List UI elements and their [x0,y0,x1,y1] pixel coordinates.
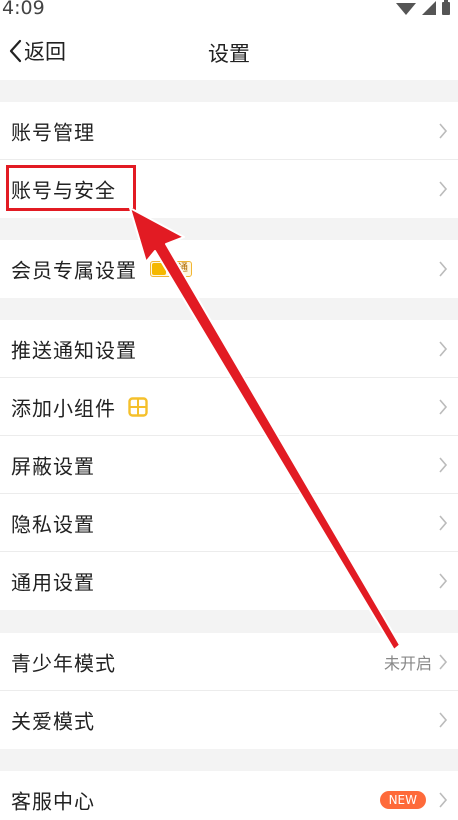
settings-group-modes: 青少年模式 未开启 关爱模式 [0,633,458,749]
settings-row-account-management[interactable]: 账号管理 [0,102,458,160]
row-label: 通用设置 [11,570,95,595]
page-title: 设置 [208,42,250,66]
row-label: 账号与安全 [11,178,116,203]
chevron-right-icon [439,653,448,670]
vip-badge-text: 开通 [168,263,188,274]
chevron-right-icon [439,261,448,277]
settings-row-teen-mode[interactable]: 青少年模式 未开启 [0,633,458,691]
settings-group-account: 账号管理 账号与安全 [0,102,458,218]
row-label: 推送通知设置 [11,338,137,362]
row-label: 屏蔽设置 [11,454,95,478]
row-label: 会员专属设置 [11,258,137,283]
settings-row-general-settings[interactable]: 通用设置 [0,552,458,610]
chevron-right-icon [439,573,448,589]
chevron-right-icon [439,712,448,728]
teen-mode-status: 未开启 [383,653,432,673]
chevron-right-icon [439,398,448,415]
row-label: 隐私设置 [11,512,95,536]
settings-row-customer-service[interactable]: 客服中心 NEW [0,771,458,820]
status-time: 4:09 [2,0,45,19]
row-label: 关爱模式 [11,709,95,734]
settings-row-privacy-settings[interactable]: 隐私设置 [0,494,458,552]
chevron-right-icon [439,122,448,139]
chevron-right-icon [439,181,448,197]
settings-group-vip: 会员专属设置 开通 [0,240,458,298]
settings-row-push-notifications[interactable]: 推送通知设置 [0,320,458,378]
status-icons [396,0,450,15]
settings-row-care-mode[interactable]: 关爱模式 [0,691,458,749]
row-label: 客服中心 [11,789,95,814]
chevron-right-icon [439,456,448,473]
vip-crown-icon [152,263,166,275]
nav-bar: 返回 设置 [0,22,458,80]
chevron-right-icon [439,514,448,531]
status-bar: 4:09 [0,0,458,22]
row-label: 添加小组件 [11,396,116,420]
settings-row-vip-settings[interactable]: 会员专属设置 开通 [0,240,458,298]
settings-group-service: 客服中心 NEW [0,771,458,820]
settings-group-general: 推送通知设置 添加小组件 屏蔽设置 隐私设置 通用设置 [0,320,458,610]
signal-icon [422,1,436,15]
new-badge: NEW [379,791,426,809]
settings-row-block-settings[interactable]: 屏蔽设置 [0,436,458,494]
chevron-right-icon [439,792,448,808]
widget-icon [128,396,148,417]
vip-badge: 开通 [150,261,192,277]
chevron-right-icon [439,340,448,357]
wifi-icon [396,3,416,15]
row-label: 账号管理 [11,120,95,144]
row-label: 青少年模式 [11,651,116,675]
battery-icon [442,2,450,15]
settings-row-account-security[interactable]: 账号与安全 [0,160,458,218]
settings-row-add-widget[interactable]: 添加小组件 [0,378,458,436]
